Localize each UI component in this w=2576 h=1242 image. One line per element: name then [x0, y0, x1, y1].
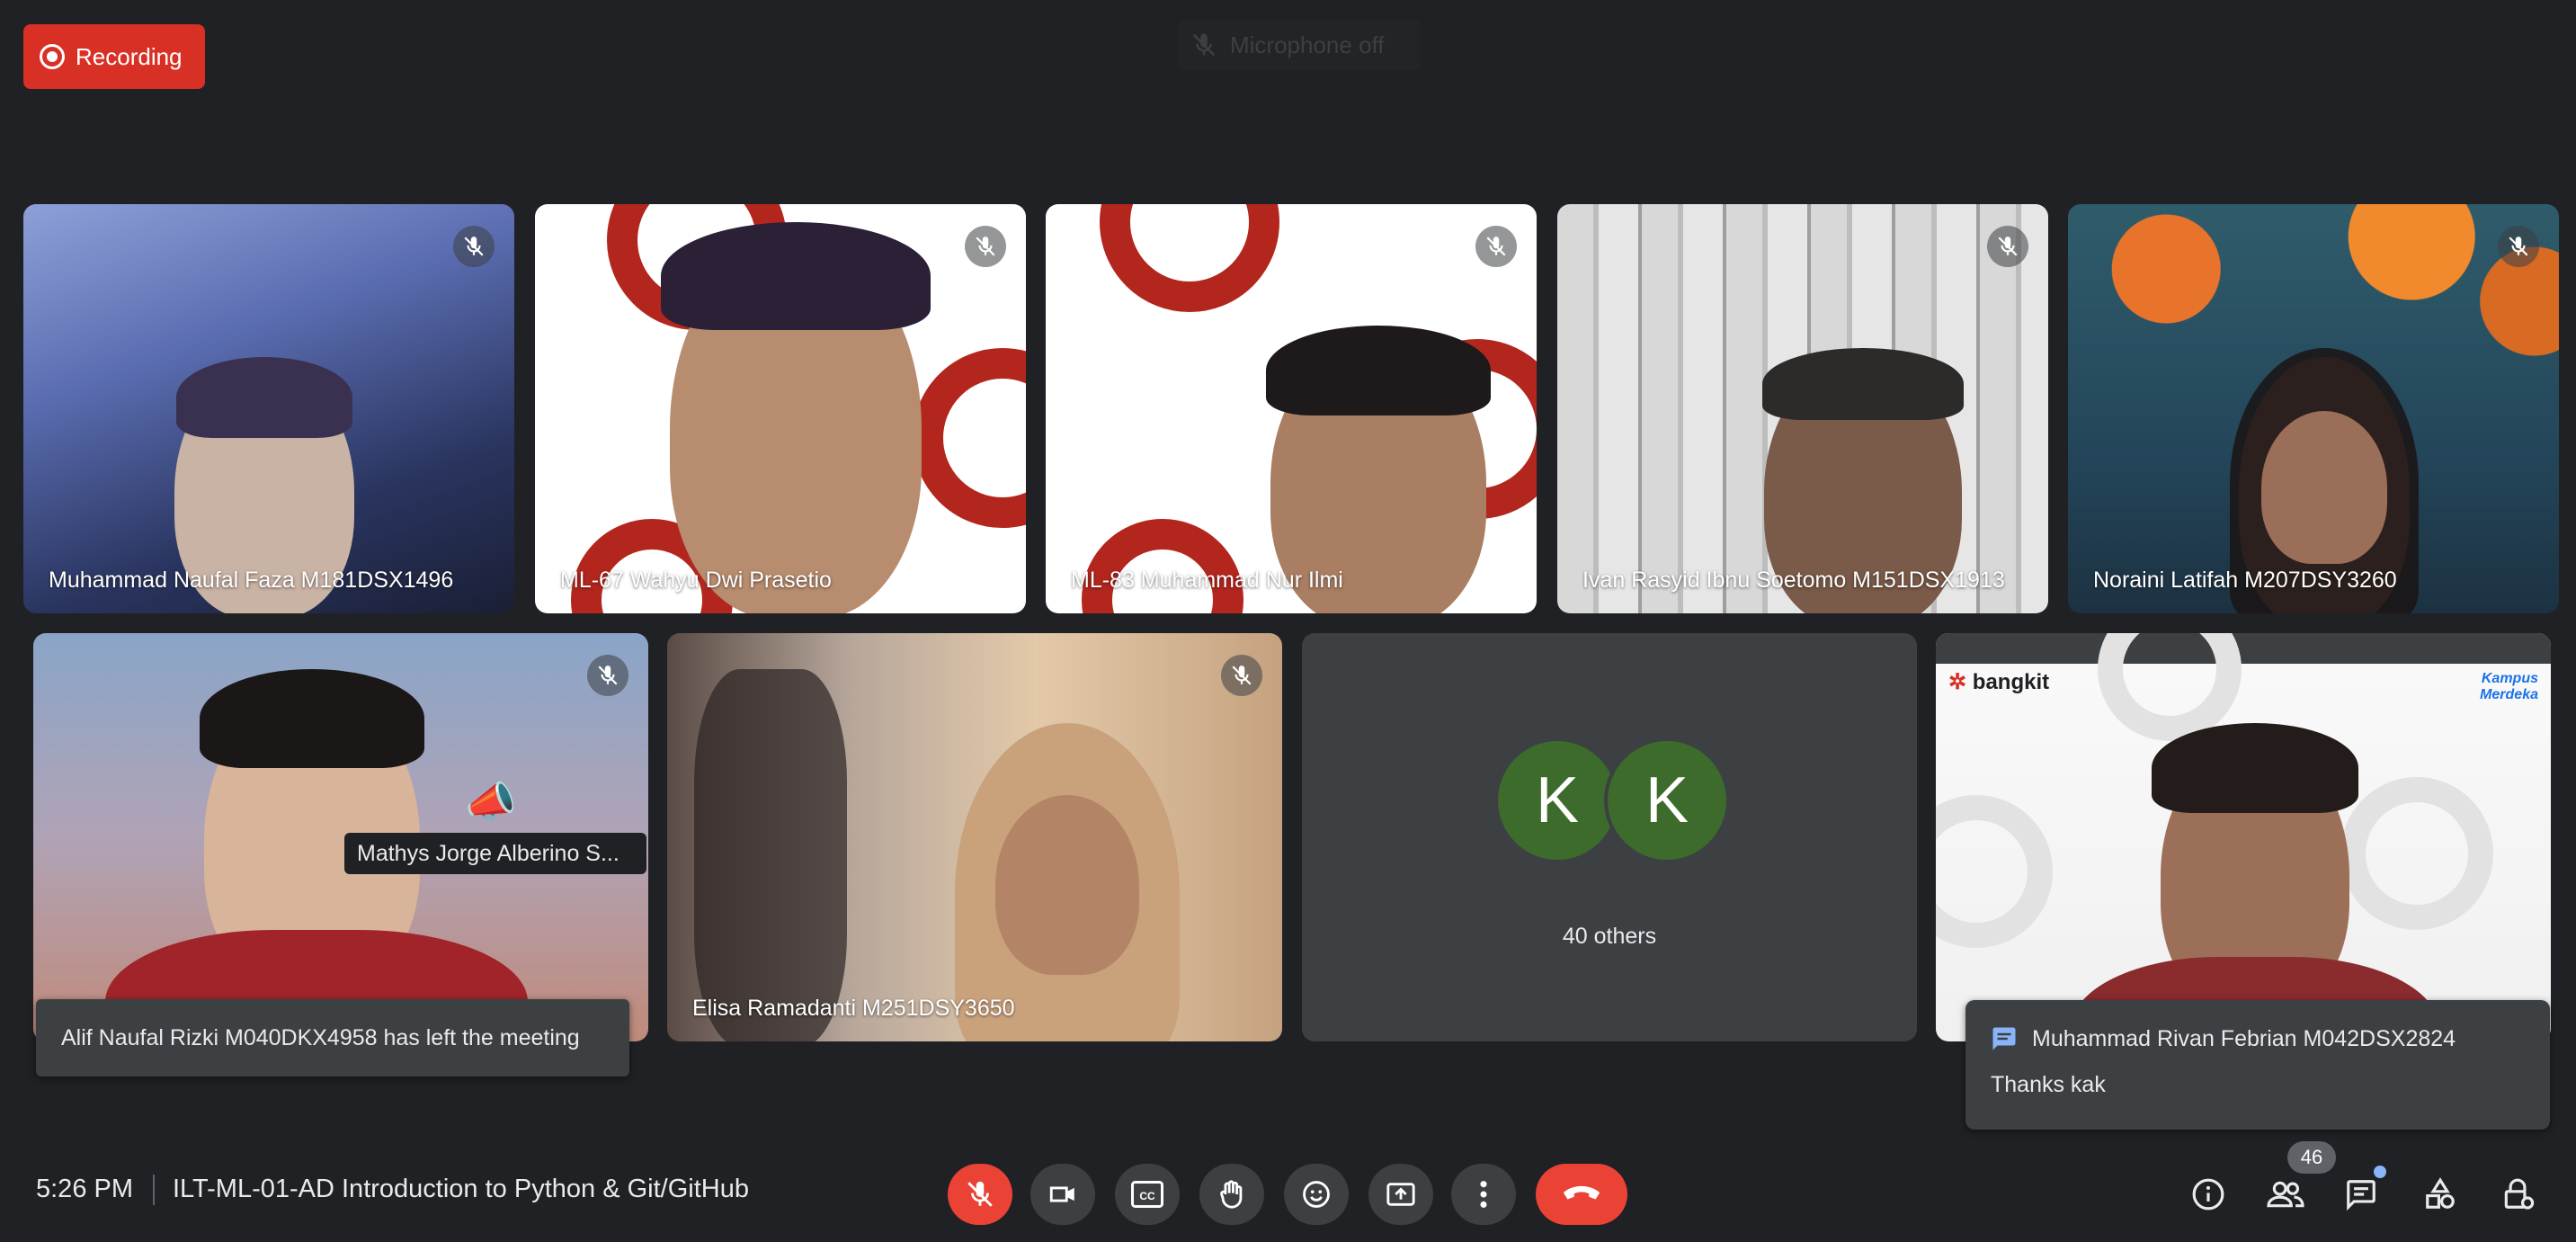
participant-tile[interactable]: 📣 Mathys Jorge Alberino S... — [33, 633, 648, 1041]
present-screen-button[interactable] — [1368, 1164, 1433, 1225]
divider — [153, 1175, 155, 1205]
captions-button[interactable]: CC — [1115, 1164, 1180, 1225]
participant-name: ML-67 Wahyu Dwi Prasetio — [560, 567, 832, 593]
participant-tile[interactable]: Ivan Rasyid Ibnu Soetomo M151DSX1913 — [1557, 204, 2048, 613]
raise-hand-button[interactable] — [1199, 1164, 1264, 1225]
participant-hair — [200, 669, 424, 768]
participant-name: ML-83 Muhammad Nur Ilmi — [1071, 567, 1343, 593]
chat-icon — [2347, 1180, 2375, 1211]
mic-off-icon — [1221, 655, 1262, 696]
participant-tile[interactable]: Muhammad Naufal Faza M181DSX1496 — [23, 204, 514, 613]
participant-tile[interactable]: ML-67 Wahyu Dwi Prasetio — [535, 204, 1026, 613]
megaphone-icon: 📣 — [465, 778, 517, 825]
more-options-icon — [1480, 1181, 1487, 1208]
chat-sender: Muhammad Rivan Febrian M042DSX2824 — [2032, 1025, 2456, 1051]
avatar: K — [1604, 737, 1730, 863]
captions-icon: CC — [1131, 1181, 1163, 1208]
microphone-off-notice: Microphone off — [1178, 20, 1421, 70]
participant-hair — [176, 357, 352, 438]
mic-off-icon — [1192, 33, 1216, 57]
participant-face — [2261, 411, 2387, 564]
record-icon — [40, 44, 65, 69]
more-options-button[interactable] — [1451, 1164, 1516, 1225]
clock: 5:26 PM — [36, 1175, 133, 1203]
participant-name: Noraini Latifah M207DSY3260 — [2093, 567, 2397, 593]
participant-hair — [2152, 723, 2358, 813]
meeting-title: ILT-ML-01-AD Introduction to Python & Gi… — [173, 1175, 749, 1203]
people-icon — [2267, 1181, 2304, 1208]
participant-name: Ivan Rasyid Ibnu Soetomo M151DSX1913 — [1582, 567, 2005, 593]
chat-message-text: Thanks kak — [1991, 1072, 2106, 1097]
recording-label: Recording — [76, 42, 183, 70]
svg-text:CC: CC — [1139, 1190, 1155, 1202]
participant-tile[interactable]: Noraini Latifah M207DSY3260 — [2068, 204, 2559, 613]
microphone-toggle-button[interactable] — [948, 1164, 1012, 1225]
participant-name: Elisa Ramadanti M251DSY3650 — [692, 996, 1015, 1021]
mic-off-icon — [965, 226, 1006, 267]
kampus-merdeka-logo: Kampus Merdeka — [2480, 671, 2538, 702]
recording-badge[interactable]: Recording — [23, 24, 205, 89]
participant-hair — [1266, 326, 1491, 415]
meeting-details-button[interactable] — [2187, 1173, 2230, 1216]
chat-message-popup[interactable]: Muhammad Rivan Febrian M042DSX2824 Thank… — [1965, 1000, 2550, 1130]
leave-call-button[interactable] — [1536, 1164, 1627, 1225]
participant-left-toast: Alif Naufal Rizki M040DKX4958 has left t… — [36, 999, 629, 1077]
activities-button[interactable] — [2419, 1173, 2462, 1216]
mic-off-icon — [1475, 226, 1517, 267]
mic-off-icon — [453, 226, 495, 267]
activities-icon — [2426, 1177, 2455, 1209]
camera-toggle-button[interactable] — [1030, 1164, 1095, 1225]
participant-tile[interactable]: ✲ bangkit Kampus Merdeka — [1936, 633, 2551, 1041]
mic-off-icon — [1987, 226, 2028, 267]
toast-text: Alif Naufal Rizki M040DKX4958 has left t… — [61, 1024, 580, 1050]
participant-count-badge: 46 — [2287, 1141, 2336, 1174]
participant-hair — [661, 222, 931, 330]
camera-icon — [1049, 1186, 1074, 1202]
chat-button[interactable] — [2340, 1173, 2383, 1216]
unread-indicator — [2374, 1166, 2386, 1178]
mic-off-icon — [587, 655, 628, 696]
others-count-label: 40 others — [1562, 924, 1657, 949]
participant-tile[interactable]: ML-83 Muhammad Nur Ilmi — [1046, 204, 1537, 613]
host-controls-icon — [2504, 1178, 2535, 1210]
participant-name-tooltip: Mathys Jorge Alberino S... — [344, 833, 646, 874]
participant-hair — [1762, 348, 1964, 420]
chat-icon — [1992, 1027, 2016, 1050]
mic-off-icon — [2498, 226, 2539, 267]
info-icon — [2192, 1178, 2224, 1211]
raise-hand-icon — [1220, 1180, 1243, 1209]
avatar: K — [1494, 737, 1620, 863]
end-call-icon — [1563, 1185, 1600, 1200]
tile-header — [1936, 633, 2551, 664]
participant-tile[interactable]: Elisa Ramadanti M251DSY3650 — [667, 633, 1282, 1041]
bangkit-logo: ✲ bangkit — [1948, 670, 2050, 694]
people-button[interactable] — [2264, 1173, 2307, 1216]
participant-face — [995, 795, 1139, 975]
mic-off-icon — [967, 1181, 993, 1207]
others-tile[interactable]: K K 40 others — [1302, 633, 1917, 1041]
leaves-decoration — [2068, 204, 2559, 366]
host-controls-button[interactable] — [2496, 1173, 2539, 1216]
emoji-reactions-button[interactable] — [1284, 1164, 1349, 1225]
background-figure — [694, 669, 847, 1041]
microphone-off-label: Microphone off — [1230, 31, 1385, 58]
emoji-icon — [1303, 1181, 1330, 1208]
present-icon — [1386, 1183, 1415, 1206]
participant-name: Muhammad Naufal Faza M181DSX1496 — [49, 567, 454, 593]
